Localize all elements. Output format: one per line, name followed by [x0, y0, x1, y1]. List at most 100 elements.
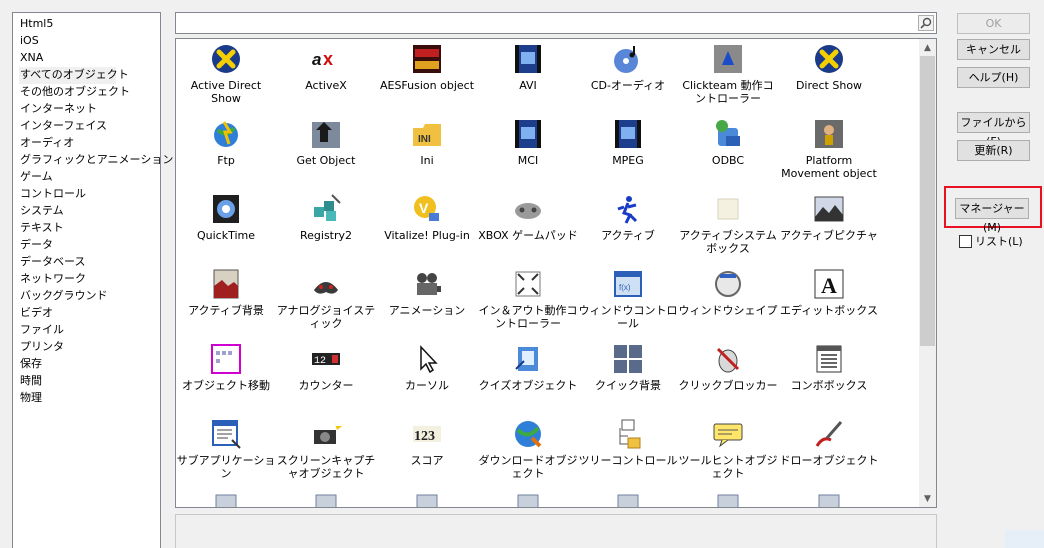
scroll-up-arrow-icon[interactable]: ▲ — [919, 39, 936, 56]
object-item[interactable]: CD-オーディオ — [578, 43, 678, 92]
object-item[interactable]: オブジェクト移動 — [176, 343, 276, 392]
category-item[interactable]: プリンタ — [19, 339, 116, 356]
object-item[interactable]: Platform Movement object — [779, 118, 879, 180]
object-item[interactable]: Direct Show — [779, 43, 879, 92]
category-item[interactable]: XNA — [19, 50, 116, 67]
object-item[interactable]: V Vitalize! Plug-in — [377, 193, 477, 242]
object-item[interactable]: 123 スコア — [377, 418, 477, 467]
corner-decoration — [1005, 530, 1044, 548]
category-item[interactable]: ネットワーク — [19, 271, 116, 288]
category-item[interactable]: グラフィックとアニメーション — [19, 152, 173, 169]
svg-text:INI: INI — [418, 134, 431, 145]
object-item[interactable]: MCI — [478, 118, 578, 167]
avi-film-icon — [512, 43, 544, 75]
vertical-scrollbar[interactable]: ▲ ▼ — [919, 39, 936, 507]
from-file-button[interactable]: ファイルから(F) — [957, 112, 1030, 148]
object-item-partial[interactable] — [176, 493, 276, 507]
object-item[interactable]: QuickTime — [176, 193, 276, 242]
category-item[interactable]: その他のオブジェクト — [19, 84, 130, 101]
object-item[interactable]: アクティブ背景 — [176, 268, 276, 317]
category-item[interactable]: システム — [19, 203, 116, 220]
in-out-movement-icon — [512, 268, 544, 300]
cd-audio-icon — [612, 43, 644, 75]
object-label: オブジェクト移動 — [182, 379, 270, 392]
help-button[interactable]: ヘルプ(H) — [957, 67, 1030, 88]
object-item[interactable]: ODBC — [678, 118, 778, 167]
category-item[interactable]: ビデオ — [19, 305, 116, 322]
object-item[interactable]: ダウンロードオブジェクト — [478, 418, 578, 480]
category-item[interactable]: 時間 — [19, 373, 116, 390]
category-item[interactable]: データベース — [19, 254, 116, 271]
object-item[interactable]: コンボボックス — [779, 343, 879, 392]
object-item[interactable]: アナログジョイスティック — [276, 268, 376, 330]
object-item[interactable]: ウィンドウシェイプ — [678, 268, 778, 317]
object-item[interactable]: Get Object — [276, 118, 376, 167]
object-item[interactable]: Registry2 — [276, 193, 376, 242]
object-item-partial[interactable] — [578, 493, 678, 507]
object-item[interactable]: MPEG — [578, 118, 678, 167]
category-item[interactable]: コントロール — [19, 186, 116, 203]
search-button[interactable] — [918, 15, 934, 31]
category-item[interactable]: Html5 — [19, 16, 116, 33]
ok-button[interactable]: OK — [957, 13, 1030, 34]
object-item[interactable]: 12 カウンター — [276, 343, 376, 392]
object-item[interactable]: ツールヒントオブジェクト — [678, 418, 778, 480]
object-item[interactable]: INI Ini — [377, 118, 477, 167]
object-item-partial[interactable] — [276, 493, 376, 507]
object-item[interactable]: スクリーンキャプチャオブジェクト — [276, 418, 376, 480]
search-input[interactable] — [175, 12, 937, 34]
object-item[interactable]: Active Direct Show — [176, 43, 276, 105]
scroll-down-arrow-icon[interactable]: ▼ — [919, 490, 936, 507]
object-item[interactable]: イン＆アウト動作コントローラー — [478, 268, 578, 330]
scrollbar-thumb[interactable] — [920, 56, 935, 346]
object-item[interactable]: Ftp — [176, 118, 276, 167]
list-checkbox[interactable]: リスト(L) — [959, 233, 1023, 249]
category-item[interactable]: すべてのオブジェクト — [19, 67, 129, 84]
category-item[interactable]: ファイル — [19, 322, 116, 339]
category-item[interactable]: テキスト — [19, 220, 116, 237]
object-item[interactable]: アニメーション — [377, 268, 477, 317]
object-item[interactable]: カーソル — [377, 343, 477, 392]
object-label: ツールヒントオブジェクト — [678, 454, 778, 480]
object-item[interactable]: クイック背景 — [578, 343, 678, 392]
manager-button[interactable]: マネージャー(M) — [955, 198, 1029, 234]
object-item-partial[interactable] — [377, 493, 477, 507]
object-item[interactable]: AESFusion object — [377, 43, 477, 92]
category-list[interactable]: Html5 iOS XNA すべてのオブジェクト その他のオブジェクト インターネット イン… — [12, 12, 173, 548]
object-item[interactable]: クイズオブジェクト — [478, 343, 578, 392]
object-item[interactable]: アクティブピクチャ — [779, 193, 879, 242]
object-item-partial[interactable] — [478, 493, 578, 507]
object-grid[interactable]: Active Direct Show a x ActiveX AESFusion obj… — [175, 38, 937, 508]
object-item[interactable]: XBOX ゲームパッド — [478, 193, 578, 242]
object-item[interactable]: サブアプリケーション — [176, 418, 276, 480]
category-item[interactable]: 保存 — [19, 356, 116, 373]
category-item[interactable]: iOS — [19, 33, 116, 50]
object-item[interactable]: AVI — [478, 43, 578, 92]
object-item-partial[interactable] — [779, 493, 879, 507]
object-item-partial[interactable] — [678, 493, 778, 507]
object-item[interactable]: アクティブシステムボックス — [678, 193, 778, 255]
object-label: イン＆アウト動作コントローラー — [478, 304, 578, 330]
object-item[interactable]: クリックブロッカー — [678, 343, 778, 392]
checkbox-box[interactable] — [959, 234, 972, 248]
object-item[interactable]: ドローオブジェクト — [779, 418, 879, 467]
partial-object-icon — [712, 493, 744, 507]
object-item[interactable]: A エディットボックス — [779, 268, 879, 317]
category-item[interactable]: バックグラウンド — [19, 288, 116, 305]
category-item[interactable]: インターネット — [19, 101, 116, 118]
category-item[interactable]: インターフェイス — [19, 118, 116, 135]
refresh-button[interactable]: 更新(R) — [957, 140, 1030, 161]
category-item[interactable]: データ — [19, 237, 116, 254]
cancel-button[interactable]: キャンセル — [957, 39, 1030, 60]
category-item[interactable]: ゲーム — [19, 169, 116, 186]
category-item[interactable]: 物理 — [19, 390, 116, 407]
object-item[interactable]: アクティブ — [578, 193, 678, 242]
category-item[interactable]: オーディオ — [19, 135, 116, 152]
object-item[interactable]: a x ActiveX — [276, 43, 376, 92]
partial-object-icon — [612, 493, 644, 507]
object-item[interactable]: f(x) ウィンドウコントロール — [578, 268, 678, 330]
cursor-icon — [411, 343, 443, 375]
object-item[interactable]: Clickteam 動作コントローラー — [678, 43, 778, 105]
svg-text:f(x): f(x) — [619, 283, 631, 292]
object-item[interactable]: ツリーコントロール — [578, 418, 678, 467]
